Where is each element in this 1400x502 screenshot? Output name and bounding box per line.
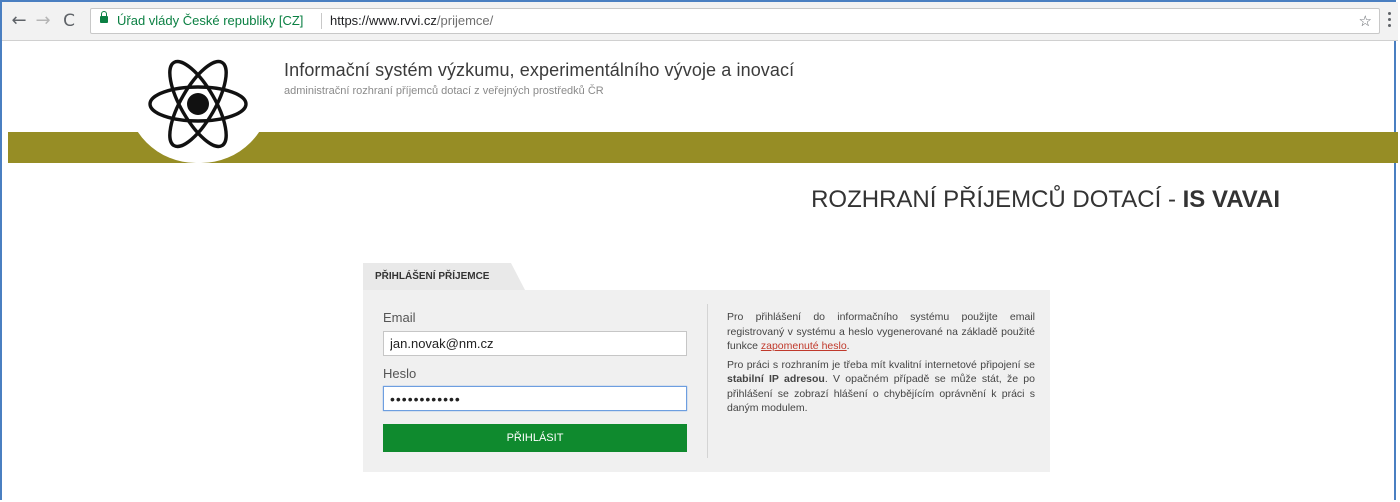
menu-dots-icon[interactable]: [1388, 12, 1391, 30]
email-field[interactable]: [383, 331, 687, 356]
page-title-bold: IS VAVAI: [1182, 186, 1280, 213]
login-panel: Email Heslo PŘIHLÁSIT Pro přihlášení do …: [363, 290, 1050, 472]
logo[interactable]: [126, 42, 271, 163]
atom-logo-icon: [148, 59, 248, 149]
back-arrow-icon[interactable]: ←: [8, 10, 30, 32]
address-bar[interactable]: Úřad vlády České republiky [CZ] https://…: [90, 8, 1380, 34]
email-label: Email: [383, 310, 416, 325]
panel-divider: [707, 304, 708, 458]
browser-toolbar: ← → C Úřad vlády České republiky [CZ] ht…: [2, 2, 1398, 41]
reload-icon[interactable]: C: [58, 10, 80, 32]
stable-ip-text: stabilní IP adresou: [727, 373, 825, 385]
password-field[interactable]: [383, 386, 687, 411]
url-text[interactable]: https://www.rvvi.cz/prijemce/: [330, 9, 493, 33]
site-identity[interactable]: Úřad vlády České republiky [CZ]: [117, 9, 303, 33]
star-icon[interactable]: ☆: [1359, 9, 1372, 33]
forgotten-password-link[interactable]: zapomenuté heslo: [761, 340, 847, 352]
page-title: ROZHRANÍ PŘÍJEMCŮ DOTACÍ - IS VAVAI: [811, 186, 1280, 214]
app-subtitle: administrační rozhraní příjemců dotací z…: [284, 85, 604, 97]
url-host: https://www.rvvi.cz: [330, 13, 437, 28]
info-paragraph-2: Pro práci s rozhraním je třeba mít kvali…: [727, 358, 1035, 415]
url-path: /prijemce/: [436, 13, 494, 28]
login-info: Pro přihlášení do informačního systému p…: [727, 310, 1035, 420]
password-label: Heslo: [383, 366, 417, 381]
url-separator: [321, 13, 322, 29]
app-title: Informační systém výzkumu, experimentáln…: [284, 60, 795, 80]
info-paragraph-1: Pro přihlášení do informačního systému p…: [727, 311, 1035, 352]
login-tab[interactable]: PŘIHLÁŠENÍ PŘÍJEMCE: [363, 263, 525, 290]
forward-arrow-icon[interactable]: →: [32, 10, 54, 32]
login-button[interactable]: PŘIHLÁSIT: [383, 424, 687, 452]
page-title-text: ROZHRANÍ PŘÍJEMCŮ DOTACÍ -: [811, 186, 1183, 213]
lock-icon[interactable]: [100, 11, 108, 23]
